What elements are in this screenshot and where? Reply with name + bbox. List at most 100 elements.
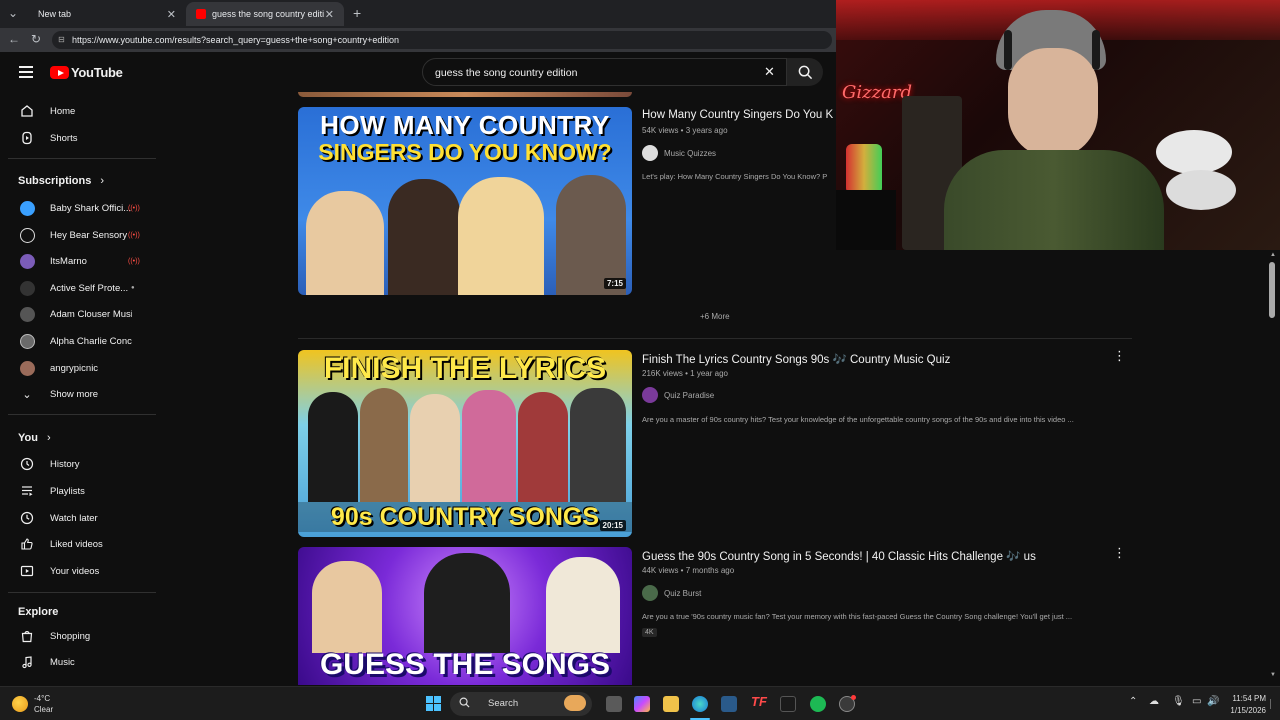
microphone-icon[interactable]: 🎙 (1172, 696, 1185, 707)
weather-icon[interactable] (12, 696, 28, 712)
video-title[interactable]: Guess the 90s Country Song in 5 Seconds!… (642, 549, 1036, 563)
taskbar-search-label: Search (488, 698, 519, 709)
sidebar-item-history[interactable]: History (0, 451, 155, 477)
search-button[interactable] (787, 58, 823, 86)
video-thumbnail[interactable]: FINISH THE LYRICS 90s COUNTRY SONGS 20:1… (298, 350, 632, 537)
edge-browser-icon[interactable] (692, 696, 708, 712)
site-info-icon[interactable]: ⊟ (58, 35, 65, 44)
app-icon[interactable] (721, 696, 737, 712)
app-icon[interactable]: TF (751, 694, 767, 709)
video-title[interactable]: Finish The Lyrics Country Songs 90s 🎶 Co… (642, 352, 950, 366)
file-explorer-icon[interactable] (663, 696, 679, 712)
scroll-down-icon[interactable]: ▼ (1270, 672, 1276, 678)
you-title: You (18, 432, 38, 444)
tab-new-tab[interactable]: New tab ✕ (28, 2, 186, 26)
rgb-light (846, 144, 882, 194)
sidebar-item-subscription[interactable]: Alpha Charlie Conc... (0, 328, 155, 354)
channel-avatar (642, 387, 658, 403)
video-meta: 216K views • 1 year ago (642, 369, 728, 378)
clock-time[interactable]: 11:54 PM (1226, 694, 1266, 703)
previous-thumbnail-edge[interactable] (298, 92, 632, 97)
subscriptions-title: Subscriptions (18, 175, 92, 187)
playlists-icon (19, 483, 35, 499)
close-icon[interactable]: ✕ (325, 8, 334, 21)
thumbnail-figure (462, 390, 516, 502)
microphone-arm (836, 190, 896, 250)
more-actions-icon[interactable]: ⋮ (1113, 545, 1126, 561)
home-icon (19, 103, 35, 119)
onedrive-icon[interactable]: ☁ (1149, 696, 1159, 707)
sidebar-item-liked-videos[interactable]: Liked videos (0, 531, 155, 557)
thumbnail-figure (518, 392, 568, 502)
sidebar-item-home[interactable]: Home (0, 98, 155, 124)
sidebar-item-subscription[interactable]: Active Self Prote... ● (0, 275, 155, 301)
video-thumbnail[interactable]: GUESS THE SONGS (298, 547, 632, 685)
search-input[interactable]: guess the song country edition ✕ (422, 58, 787, 86)
terminal-icon[interactable] (780, 696, 796, 712)
task-view-icon[interactable] (606, 696, 622, 712)
sidebar-item-label: Alpha Charlie Conc... (50, 335, 132, 347)
menu-icon[interactable] (19, 66, 33, 78)
address-bar-row: ← ↻ ⊟ https://www.youtube.com/results?se… (0, 28, 836, 52)
video-title[interactable]: How Many Country Singers Do You K (642, 109, 833, 121)
channel-link[interactable]: Quiz Paradise (642, 387, 714, 403)
tab-youtube[interactable]: guess the song country edition - Y ✕ (186, 2, 344, 26)
show-desktop-button[interactable] (1270, 699, 1276, 709)
clock-date[interactable]: 1/15/2026 (1226, 706, 1266, 715)
taskbar-search[interactable]: Search (450, 692, 592, 716)
back-icon[interactable]: ← (8, 32, 20, 46)
scroll-thumb[interactable] (1269, 262, 1275, 318)
channel-link[interactable]: Quiz Burst (642, 585, 701, 601)
football (1166, 170, 1236, 210)
clear-search-icon[interactable]: ✕ (764, 64, 775, 80)
live-icon: ((•)) (128, 257, 140, 265)
sidebar-item-subscription[interactable]: Baby Shark Offici... ((•)) (0, 195, 155, 221)
thumbnail-text: FINISH THE LYRICS (323, 352, 607, 385)
youtube-logo[interactable]: YouTube (50, 65, 123, 80)
page-scrollbar[interactable]: ▲ ▼ (1266, 252, 1278, 685)
sidebar-item-playlists[interactable]: Playlists (0, 478, 155, 504)
channel-avatar (642, 145, 658, 161)
shopping-icon (19, 628, 35, 644)
search-value: guess the song country edition (435, 67, 578, 79)
volume-icon[interactable]: 🔊 (1207, 696, 1219, 707)
display-icon[interactable]: ▭ (1192, 696, 1201, 707)
sidebar-item-subscription[interactable]: angrypicnic (0, 355, 155, 381)
video-description: Let's play: How Many Country Singers Do … (642, 172, 828, 181)
chevron-right-icon: › (47, 432, 51, 444)
sidebar-item-music[interactable]: Music (0, 649, 155, 675)
show-more-button[interactable]: ⌄ Show more (0, 381, 155, 407)
close-icon[interactable]: ✕ (167, 8, 176, 21)
new-tab-icon[interactable]: + (353, 5, 361, 21)
sidebar-item-subscription[interactable]: Hey Bear Sensory ((•)) (0, 222, 155, 248)
sidebar-item-subscription[interactable]: Adam Clouser Music (0, 301, 155, 327)
reload-icon[interactable]: ↻ (31, 32, 41, 46)
spotify-icon[interactable] (810, 696, 826, 712)
sidebar-item-watch-later[interactable]: Watch later (0, 505, 155, 531)
scroll-up-icon[interactable]: ▲ (1270, 252, 1276, 258)
url-field[interactable]: ⊟ https://www.youtube.com/results?search… (52, 31, 832, 49)
liked-icon (19, 536, 35, 552)
tab-list-icon[interactable]: ⌄ (8, 6, 18, 20)
you-heading[interactable]: You › (18, 432, 51, 444)
duration-badge: 20:15 (599, 520, 626, 531)
new-content-dot-icon: ● (131, 285, 135, 291)
more-results-link[interactable]: +6 More (700, 312, 730, 321)
subscriptions-heading[interactable]: Subscriptions › (18, 175, 104, 187)
channel-link[interactable]: Music Quizzes (642, 145, 716, 161)
youtube-favicon-icon (196, 9, 206, 19)
windows-start-icon[interactable] (426, 696, 442, 712)
sidebar-item-subscription[interactable]: ItsMarno ((•)) (0, 248, 155, 274)
sidebar-item-your-videos[interactable]: Your videos (0, 558, 155, 584)
sidebar-item-shopping[interactable]: Shopping (0, 623, 155, 649)
show-hidden-icons-icon[interactable]: ⌃ (1129, 696, 1137, 707)
sidebar-item-shorts[interactable]: Shorts (0, 125, 155, 151)
thumbnail-figure (546, 557, 620, 653)
search-icon (459, 697, 470, 711)
thumbnail-figure (410, 394, 460, 502)
video-thumbnail[interactable]: HOW MANY COUNTRY SINGERS DO YOU KNOW? 7:… (298, 107, 632, 295)
thumbnail-text: 90s COUNTRY SONGS (298, 502, 632, 532)
copilot-icon[interactable] (634, 696, 650, 712)
more-actions-icon[interactable]: ⋮ (1113, 348, 1126, 364)
divider (8, 414, 156, 415)
